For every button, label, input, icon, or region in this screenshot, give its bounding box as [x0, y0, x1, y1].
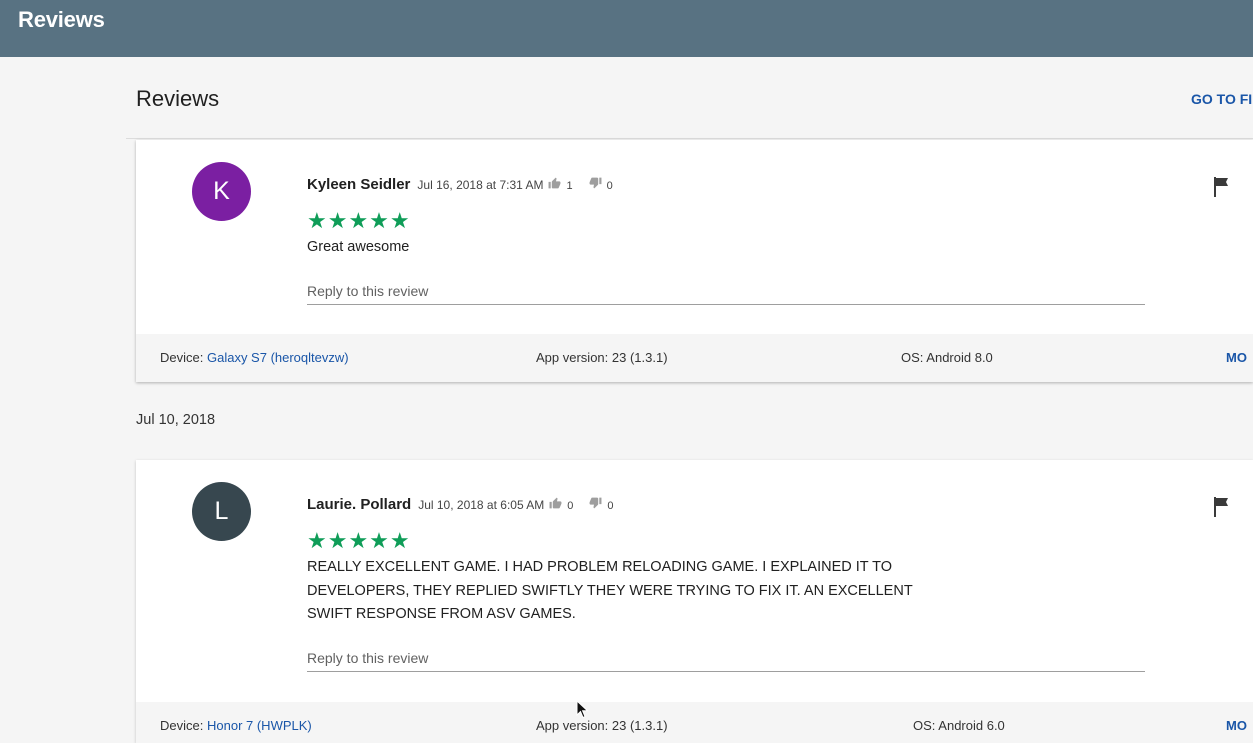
- review-meta-bar: Device: Honor 7 (HWPLK) App version: 23 …: [136, 702, 1253, 743]
- device-info: Device: Galaxy S7 (heroqltevzw): [160, 350, 349, 365]
- review-card: K Kyleen Seidler Jul 16, 2018 at 7:31 AM…: [136, 140, 1253, 382]
- mouse-cursor-icon: [576, 699, 590, 720]
- go-to-link[interactable]: GO TO FI: [1191, 91, 1252, 107]
- reviews-section-header: Reviews GO TO FI: [126, 57, 1253, 139]
- thumbs-up-count: 0: [567, 500, 574, 512]
- thumbs-up-count: 1: [566, 180, 573, 192]
- app-bar-title: Reviews: [18, 7, 105, 32]
- more-button[interactable]: MO: [1226, 350, 1247, 365]
- device-label: Device:: [160, 718, 204, 733]
- avatar: L: [192, 482, 251, 541]
- section-title: Reviews: [136, 86, 220, 111]
- review-text-line: REALLY EXCELLENT GAME. I HAD PROBLEM REL…: [307, 559, 893, 575]
- os-version: OS: Android 6.0: [913, 718, 1005, 733]
- star-rating: ★★★★★: [307, 208, 411, 233]
- device-label: Device:: [160, 350, 204, 365]
- reply-input[interactable]: [307, 277, 1145, 304]
- reply-field-wrapper: [307, 644, 1145, 672]
- review-author: Kyleen Seidler: [307, 176, 411, 193]
- review-text-line: SWIFT RESPONSE FROM ASV GAMES.: [307, 606, 576, 622]
- thumb-up-icon: [549, 497, 562, 512]
- review-author: Laurie. Pollard: [307, 496, 412, 513]
- flag-icon[interactable]: [1212, 176, 1232, 198]
- review-card: L Laurie. Pollard Jul 10, 2018 at 6:05 A…: [136, 460, 1253, 743]
- thumb-down-icon: [589, 177, 602, 192]
- reply-input[interactable]: [307, 644, 1145, 671]
- review-text: Great awesome: [307, 239, 410, 255]
- app-bar: Reviews: [0, 0, 1253, 57]
- date-divider: Jul 10, 2018: [136, 412, 216, 428]
- avatar: K: [192, 162, 251, 221]
- review-meta-bar: Device: Galaxy S7 (heroqltevzw) App vers…: [136, 334, 1253, 382]
- star-rating: ★★★★★: [307, 528, 411, 553]
- reply-field-wrapper: [307, 277, 1145, 305]
- os-version: OS: Android 8.0: [901, 350, 993, 365]
- thumb-up-icon: [548, 177, 561, 192]
- review-text-line: DEVELOPERS, THEY REPLIED SWIFTLY THEY WE…: [307, 582, 913, 599]
- flag-icon[interactable]: [1212, 496, 1232, 518]
- review-header: Laurie. Pollard Jul 10, 2018 at 6:05 AM …: [307, 496, 630, 513]
- app-version: App version: 23 (1.3.1): [536, 718, 668, 733]
- thumb-down-icon: [589, 497, 602, 512]
- app-version: App version: 23 (1.3.1): [536, 350, 668, 365]
- device-link[interactable]: Honor 7 (HWPLK): [207, 718, 312, 733]
- thumbs-down-count: 0: [607, 500, 614, 512]
- review-header: Kyleen Seidler Jul 16, 2018 at 7:31 AM 1…: [307, 176, 629, 193]
- thumbs-down-count: 0: [606, 180, 613, 192]
- device-link[interactable]: Galaxy S7 (heroqltevzw): [207, 350, 349, 365]
- review-timestamp: Jul 16, 2018 at 7:31 AM: [417, 178, 544, 192]
- more-button[interactable]: MO: [1226, 718, 1247, 733]
- review-timestamp: Jul 10, 2018 at 6:05 AM: [418, 498, 545, 512]
- device-info: Device: Honor 7 (HWPLK): [160, 718, 312, 733]
- review-text: REALLY EXCELLENT GAME. I HAD PROBLEM REL…: [307, 556, 947, 627]
